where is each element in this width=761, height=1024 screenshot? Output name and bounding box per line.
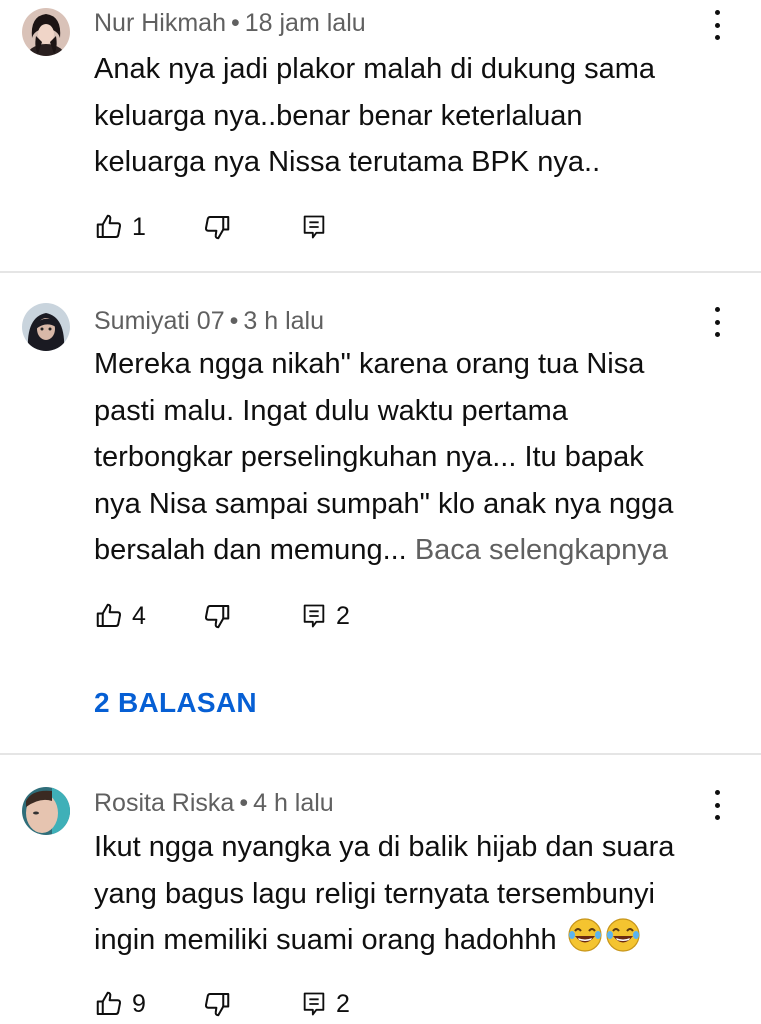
- comment-item: Sumiyati 07 • 3 h lalu Mereka ngga nikah" …: [0, 273, 761, 753]
- comment-actions: 4 2: [94, 601, 494, 633]
- comment-text: Mereka ngga nikah" karena orang tua Nisa…: [94, 341, 734, 574]
- like-count: 4: [132, 602, 146, 630]
- avatar[interactable]: [22, 787, 70, 835]
- view-replies-button[interactable]: 2 BALASAN: [94, 687, 257, 719]
- avatar[interactable]: [22, 303, 70, 351]
- meta-separator: •: [239, 789, 249, 817]
- author-name[interactable]: Nur Hikmah: [94, 9, 226, 37]
- comment-line: pasti malu. Ingat dulu waktu pertama: [94, 394, 568, 427]
- meta-separator: •: [229, 307, 239, 335]
- comment-line: nya Nisa sampai sumpah" klo anak nya ngg…: [94, 487, 674, 520]
- reply-icon[interactable]: [300, 601, 328, 631]
- comment-actions: 1: [94, 212, 494, 244]
- meta-separator: •: [230, 9, 240, 37]
- comment-meta: Rosita Riska • 4 h lalu: [94, 789, 334, 818]
- comment-line-last: bersalah dan memung... Baca selengkapnya: [94, 527, 734, 574]
- comment-line: Mereka ngga nikah" karena orang tua Nisa: [94, 348, 645, 380]
- comment-line: Anak nya jadi plakor malah di dukung sam…: [94, 53, 655, 85]
- reply-icon[interactable]: [300, 212, 328, 242]
- reply-count: 2: [336, 990, 350, 1018]
- comment-time: 4 h lalu: [253, 789, 334, 817]
- comment-line: ingin memiliki suami orang hadohhh: [94, 924, 557, 956]
- comment-time: 3 h lalu: [243, 307, 325, 335]
- reply-count: 2: [336, 602, 350, 630]
- comment-text: Ikut ngga nyangka ya di balik hijab dan …: [94, 824, 734, 968]
- thumb-down-icon[interactable]: [202, 989, 232, 1019]
- more-vert-icon[interactable]: [711, 790, 723, 820]
- comment-actions: 9 2: [94, 989, 494, 1021]
- author-name[interactable]: Rosita Riska: [94, 789, 234, 817]
- like-count: 9: [132, 990, 146, 1018]
- comment-time: 18 jam lalu: [244, 9, 366, 37]
- comment-line: keluarga nya Nissa terutama BPK nya..: [94, 146, 601, 178]
- comment-meta: Sumiyati 07 • 3 h lalu: [94, 307, 324, 336]
- avatar[interactable]: [22, 8, 70, 56]
- reply-icon[interactable]: [300, 989, 328, 1019]
- more-vert-icon[interactable]: [711, 10, 723, 40]
- comment-item: Nur Hikmah • 18 jam lalu Anak nya jadi pla…: [0, 0, 761, 272]
- comment-text: Anak nya jadi plakor malah di dukung sam…: [94, 46, 734, 186]
- thumb-down-icon[interactable]: [202, 212, 232, 242]
- comment-line: keluarga nya..benar benar keterlaluan: [94, 99, 583, 132]
- comment-meta: Nur Hikmah • 18 jam lalu: [94, 9, 366, 38]
- thumb-up-icon[interactable]: [94, 601, 124, 631]
- comment-line-last: ingin memiliki suami orang hadohhh: [94, 917, 734, 968]
- thumb-up-icon[interactable]: [94, 989, 124, 1019]
- comment-item: Rosita Riska • 4 h lalu Ikut ngga nyangka …: [0, 755, 761, 1024]
- like-count: 1: [132, 213, 146, 241]
- thumb-up-icon[interactable]: [94, 212, 124, 242]
- laughing-emoji-icon: [567, 917, 643, 968]
- more-vert-icon[interactable]: [711, 307, 723, 337]
- comment-line: Ikut ngga nyangka ya di balik hijab dan …: [94, 831, 675, 863]
- comment-line: bersalah dan memung...: [94, 534, 407, 566]
- read-more-link[interactable]: Baca selengkapnya: [415, 534, 668, 566]
- comment-line: terbongkar perselingkuhan nya... Itu bap…: [94, 441, 644, 473]
- thumb-down-icon[interactable]: [202, 601, 232, 631]
- comment-line: yang bagus lagu religi ternyata tersembu…: [94, 877, 655, 910]
- author-name[interactable]: Sumiyati 07: [94, 307, 225, 335]
